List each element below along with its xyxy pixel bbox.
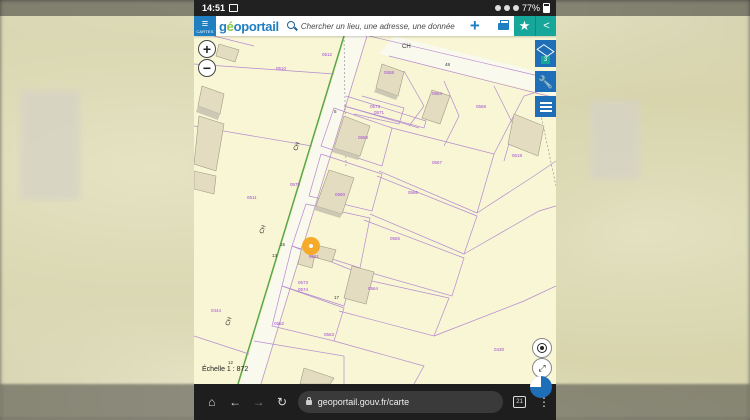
hamburger-icon: ≡ <box>201 17 209 30</box>
street-number: 48 <box>445 62 451 67</box>
street-number: 17 <box>334 295 340 300</box>
zoom-out-button[interactable]: − <box>198 59 216 77</box>
image-notification-icon <box>229 4 239 12</box>
layers-button[interactable]: 3 <box>535 40 556 67</box>
selected-location-center <box>309 244 313 248</box>
parcel-label: 0575 <box>290 182 301 187</box>
bluetooth-icon <box>494 5 501 11</box>
menu-label: CARTES <box>196 28 214 34</box>
star-icon: ★ <box>518 18 531 33</box>
geolocate-button[interactable] <box>532 338 552 358</box>
street-number: 12 <box>228 360 234 365</box>
parcel-label: 0573 <box>370 104 381 109</box>
map-view[interactable]: CH CH CH CH 0510 0512 0558 0564 0569 057… <box>194 35 556 385</box>
status-time: 14:51 <box>202 3 226 13</box>
cadastral-map[interactable]: CH CH CH CH 0510 0512 0558 0564 0569 057… <box>194 35 556 385</box>
url-bar[interactable]: geoportail.gouv.fr/carte <box>297 391 504 413</box>
tab-count-button[interactable]: 21 <box>513 396 526 408</box>
street-number: 13 <box>272 253 278 258</box>
background-building <box>590 100 640 180</box>
phone-screen: 14:51 77% ≡ CARTES géoportail + ★ < <box>194 0 556 420</box>
background-shade-left <box>0 0 194 420</box>
parcel-label: 0565 <box>390 236 401 241</box>
status-bar: 14:51 77% <box>194 0 556 16</box>
reload-icon[interactable]: ↻ <box>270 395 293 409</box>
parcel-label: 0562 <box>274 321 285 326</box>
parcel-label: 0518 <box>512 153 523 158</box>
parcel-label: 0564 <box>432 91 443 96</box>
parcel-label: 0558 <box>384 70 395 75</box>
tools-button[interactable]: 🔧 <box>535 71 556 92</box>
map-scale: Échelle 1 : 872 <box>202 366 249 373</box>
search-icon[interactable] <box>286 21 297 31</box>
favorites-button[interactable]: ★ <box>514 16 535 36</box>
add-button[interactable]: + <box>466 17 484 34</box>
road-label: CH <box>402 44 411 50</box>
print-button[interactable] <box>492 16 514 36</box>
printer-icon <box>497 19 509 30</box>
mute-icon <box>503 5 510 11</box>
parcel-label: 0567 <box>432 160 443 165</box>
layers-icon <box>536 43 555 57</box>
parcel-label: 0559 <box>358 135 369 140</box>
parcel-label: 0566 <box>408 190 419 195</box>
menu-button[interactable]: ≡ CARTES <box>194 16 216 36</box>
battery-percent: 77% <box>521 3 540 13</box>
target-icon <box>537 343 547 353</box>
browser-nav-bar: ⌂ ← → ↻ geoportail.gouv.fr/carte 21 ⋮ <box>194 384 556 420</box>
fullscreen-button[interactable]: ⤢ <box>532 358 552 378</box>
search-bar: + <box>286 17 492 34</box>
app-header: ≡ CARTES géoportail + ★ < <box>194 16 556 36</box>
parcel-label: 0430 <box>494 347 505 352</box>
street-number: 15 <box>280 242 286 247</box>
zoom-in-button[interactable]: + <box>198 40 216 58</box>
background-shade-right <box>556 0 750 420</box>
parcel-label: 0569 <box>476 104 487 109</box>
parcel-label: 0563 <box>324 332 335 337</box>
wrench-icon: 🔧 <box>538 74 553 89</box>
geoportail-logo[interactable]: géoportail <box>219 19 279 34</box>
parcel-label: 0511 <box>247 195 257 200</box>
parcel-label: 0571 <box>374 110 385 115</box>
background-building <box>20 90 80 200</box>
parcel-label: 0560 <box>335 192 346 197</box>
parcel-label: 0512 <box>322 52 333 57</box>
legend-button[interactable] <box>535 96 556 117</box>
expand-icon: ⤢ <box>538 362 546 373</box>
home-icon[interactable]: ⌂ <box>200 395 223 409</box>
back-icon[interactable]: ← <box>223 395 246 409</box>
search-input[interactable] <box>300 21 466 31</box>
parcel-label: 0510 <box>276 66 287 71</box>
forward-icon[interactable]: → <box>247 395 270 409</box>
battery-icon <box>543 3 550 13</box>
share-icon: < <box>543 20 550 32</box>
wifi-icon <box>512 5 519 11</box>
lock-icon <box>305 396 312 405</box>
parcel-label: 0444 <box>211 308 222 313</box>
parcel-label: 0574 <box>298 287 309 292</box>
url-text: geoportail.gouv.fr/carte <box>317 397 410 407</box>
parcel-label: 0564 <box>368 286 379 291</box>
layers-count: 3 <box>541 55 550 64</box>
parcel-label: 0573 <box>298 280 309 285</box>
compass-button[interactable] <box>530 376 552 398</box>
share-button[interactable]: < <box>535 16 556 36</box>
status-right: 77% <box>494 3 550 13</box>
list-icon <box>539 101 552 112</box>
